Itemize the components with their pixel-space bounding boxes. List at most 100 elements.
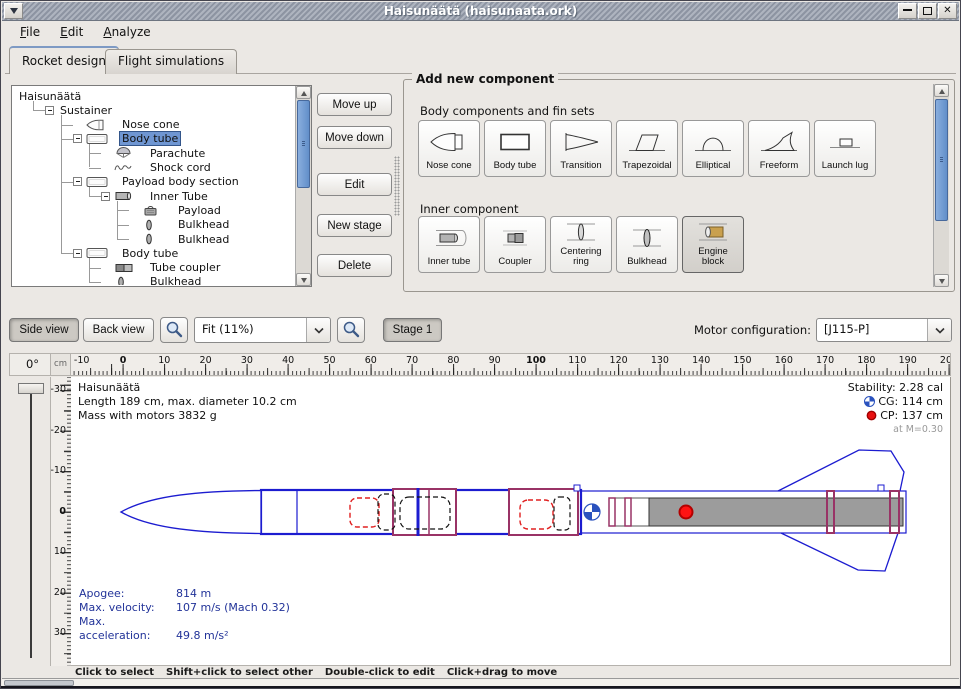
h-ruler-label: 60: [365, 355, 377, 366]
side-view-button[interactable]: Side view: [9, 318, 79, 342]
collapse-icon[interactable]: [73, 249, 82, 258]
tree-item[interactable]: Bulkhead: [13, 218, 295, 232]
chevron-down-icon[interactable]: [927, 319, 951, 341]
tab-rocket-design[interactable]: Rocket design: [9, 46, 119, 74]
minimize-button[interactable]: [898, 3, 917, 19]
add-engine-block-button[interactable]: Engineblock: [682, 216, 744, 273]
add-bulkhead-button[interactable]: Bulkhead: [616, 216, 678, 273]
collapse-icon[interactable]: [73, 134, 82, 143]
tree-item[interactable]: Body tube: [13, 132, 295, 146]
add-inner-tube-button[interactable]: Inner tube: [418, 216, 480, 273]
h-ruler-label: 30: [241, 355, 253, 366]
tree-item-label[interactable]: Shock cord: [148, 161, 213, 174]
tree-item-label[interactable]: Body tube: [120, 132, 180, 145]
move-up-button[interactable]: Move up: [317, 93, 392, 116]
tree-item-label[interactable]: Bulkhead: [176, 218, 231, 231]
move-down-button[interactable]: Move down: [317, 126, 392, 149]
tree-item[interactable]: Shock cord: [13, 161, 295, 175]
tree-item[interactable]: Haisunäätä: [13, 89, 295, 103]
tree-item[interactable]: Inner Tube: [13, 189, 295, 203]
tree-scrollbar-thumb[interactable]: [297, 100, 310, 188]
delete-button[interactable]: Delete: [317, 254, 392, 277]
add-launch-lug-button[interactable]: Launch lug: [814, 120, 876, 177]
component-panel-scrollbar-thumb[interactable]: [935, 99, 948, 221]
tree-connector: [117, 225, 129, 226]
menu-edit[interactable]: Edit: [50, 21, 93, 39]
stability-readouts: Stability: 2.28 cal CG: 114 cm CP: 137 c…: [848, 381, 943, 437]
horizontal-scrollbar[interactable]: [2, 678, 959, 686]
add-freeform-button[interactable]: Freeform: [748, 120, 810, 177]
tree-item[interactable]: Nose cone: [13, 118, 295, 132]
tree-item-label[interactable]: Tube coupler: [148, 261, 222, 274]
tree-item[interactable]: Body tube: [13, 246, 295, 260]
tree-item[interactable]: Payload: [13, 203, 295, 217]
motor-configuration-value: [J115-P]: [824, 322, 869, 336]
tree-item-label[interactable]: Bulkhead: [148, 275, 203, 285]
tree-item[interactable]: Tube coupler: [13, 261, 295, 275]
tree-item-label[interactable]: Inner Tube: [148, 190, 210, 203]
edit-button[interactable]: Edit: [317, 173, 392, 196]
v-ruler-label: -10: [50, 465, 66, 476]
scroll-up-icon[interactable]: [934, 84, 949, 97]
chevron-down-icon[interactable]: [306, 318, 330, 342]
scroll-down-icon[interactable]: [934, 274, 949, 287]
tree-item-label[interactable]: Sustainer: [58, 104, 114, 117]
close-button[interactable]: ✕: [938, 3, 957, 19]
component-button-label: Nose cone: [426, 161, 471, 172]
title-bar[interactable]: Haisunäätä (haisunaata.ork) ✕: [2, 2, 959, 21]
add-body-tube-button[interactable]: Body tube: [484, 120, 546, 177]
tree-item-label[interactable]: Parachute: [148, 147, 207, 160]
tree-connector: [117, 239, 129, 240]
tree-item[interactable]: Parachute: [13, 146, 295, 160]
add-trapezoidal-button[interactable]: Trapezoidal: [616, 120, 678, 177]
tree-item-label[interactable]: Haisunäätä: [17, 90, 83, 103]
scroll-up-icon[interactable]: [296, 86, 311, 99]
tree-item-label[interactable]: Payload body section: [120, 175, 241, 188]
collapse-icon[interactable]: [101, 192, 110, 201]
add-transition-button[interactable]: Transition: [550, 120, 612, 177]
menu-bar: FileEditAnalyze: [2, 21, 959, 44]
add-nose-cone-button[interactable]: Nose cone: [418, 120, 480, 177]
magnifier-icon: [342, 320, 360, 341]
rotation-slider-thumb[interactable]: [18, 383, 44, 394]
zoom-in-button[interactable]: [337, 317, 365, 343]
status-bar: Click to selectShift+click to select oth…: [1, 667, 960, 678]
stage-1-toggle[interactable]: Stage 1: [383, 318, 442, 342]
tree-item-label[interactable]: Nose cone: [120, 118, 181, 131]
menu-analyze[interactable]: Analyze: [93, 21, 160, 39]
tree-item-label[interactable]: Body tube: [120, 247, 180, 260]
t-shock-icon: [114, 162, 144, 174]
zoom-out-button[interactable]: [160, 317, 188, 343]
rocket-canvas[interactable]: HaisunäätäLength 189 cm, max. diameter 1…: [71, 377, 951, 666]
h-ruler-label: 120: [610, 355, 628, 366]
tree-item[interactable]: Bulkhead: [13, 275, 295, 285]
cg-icon: [864, 395, 878, 408]
maximize-button[interactable]: [918, 3, 937, 19]
component-panel-scrollbar[interactable]: [933, 84, 949, 287]
collapse-icon[interactable]: [45, 106, 54, 115]
add-centering-ring-button[interactable]: Centeringring: [550, 216, 612, 273]
tree-connector: [117, 201, 118, 239]
tree-scrollbar[interactable]: [295, 86, 311, 286]
tree-item[interactable]: Bulkhead: [13, 232, 295, 246]
add-elliptical-button[interactable]: Elliptical: [682, 120, 744, 177]
motor-configuration-select[interactable]: [J115-P]: [816, 318, 952, 342]
t-tube-icon: [86, 247, 116, 259]
add-coupler-button[interactable]: Coupler: [484, 216, 546, 273]
tree-item-label[interactable]: Bulkhead: [176, 233, 231, 246]
tree-item[interactable]: Payload body section: [13, 175, 295, 189]
scroll-down-icon[interactable]: [296, 273, 311, 286]
new-stage-button[interactable]: New stage: [317, 214, 392, 237]
back-view-button[interactable]: Back view: [83, 318, 154, 342]
horizontal-ruler: -100102030405060708090100110120130140150…: [71, 353, 951, 376]
tree-item[interactable]: Sustainer: [13, 103, 295, 117]
rotation-slider[interactable]: [30, 385, 32, 658]
component-button-label: Engineblock: [698, 247, 728, 268]
panel-splitter[interactable]: [394, 156, 400, 216]
tab-flight-simulations[interactable]: Flight simulations: [105, 49, 237, 74]
component-button-label: Freeform: [760, 161, 799, 172]
tree-item-label[interactable]: Payload: [176, 204, 223, 217]
zoom-select[interactable]: Fit (11%): [194, 317, 331, 343]
menu-file[interactable]: File: [10, 21, 50, 39]
collapse-icon[interactable]: [73, 177, 82, 186]
